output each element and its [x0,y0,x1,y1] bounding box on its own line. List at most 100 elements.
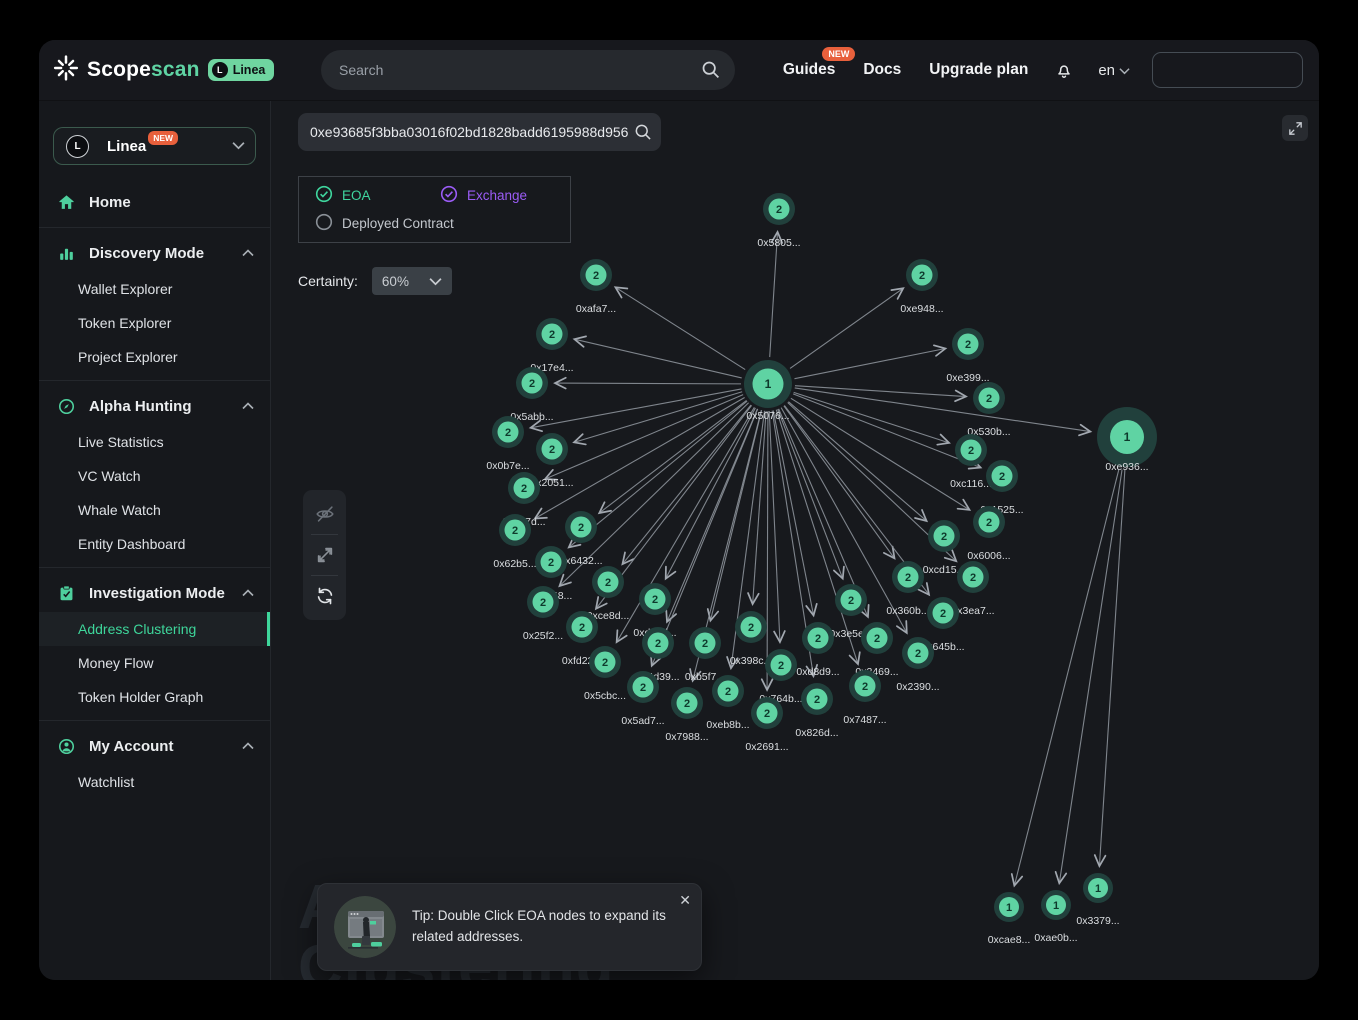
tip-illustration [334,896,396,958]
node-value: 1 [1095,883,1101,895]
graph-node-0x3379[interactable]: 10x3379... [1076,873,1119,927]
sidebar-item-label: Live Statistics [78,434,164,450]
sidebar-item-project-explorer[interactable]: Project Explorer [39,340,270,374]
graph-edge [795,386,966,397]
nav-upgrade-plan[interactable]: Upgrade plan [929,61,1028,79]
network-selector[interactable]: L Linea NEW [53,127,256,165]
node-value: 2 [684,698,690,710]
wallet-button[interactable] [1152,52,1303,88]
legend: EOAExchange Deployed Contract [298,176,571,243]
address-search[interactable] [298,113,661,151]
node-address-label: 0x25f2... [523,630,563,642]
graph-node-0xafa7[interactable]: 20xafa7... [576,259,616,315]
app-window: Scopescan L Linea GuidesNEWDocsUpgrade p… [39,40,1319,980]
graph-node-0x5805[interactable]: 20x5805... [757,193,800,249]
node-address-label: 0x5076... [746,410,789,422]
node-value: 2 [986,393,992,405]
node-address-label: 0xafa7... [576,303,616,315]
notifications-bell-icon[interactable] [1054,60,1074,81]
certainty-select[interactable]: 60% [372,267,452,295]
sidebar-item-vc-watch[interactable]: VC Watch [39,459,270,493]
sidebar-item-watchlist[interactable]: Watchlist [39,765,270,799]
node-address-label: 0x2390... [896,681,939,693]
graph-edge [555,383,741,384]
sidebar-item-token-holder-graph[interactable]: Token Holder Graph [39,680,270,714]
chevron-down-icon [1119,62,1130,79]
sidebar-item-label: Entity Dashboard [78,536,185,552]
graph-edge [794,349,945,379]
sidebar-item-live-statistics[interactable]: Live Statistics [39,425,270,459]
legend-item-deployed-contract[interactable]: Deployed Contract [315,213,570,234]
node-address-label: 0xc116... [950,478,992,490]
graph-node-0xcae8[interactable]: 10xcae8... [988,892,1031,946]
legend-item-eoa[interactable]: EOA [315,185,440,206]
graph-node-0xe948[interactable]: 20xe948... [900,259,943,315]
nav-label: Guides [783,61,836,78]
node-address-label: 0x0b7e... [486,460,529,472]
node-value: 2 [814,694,820,706]
sidebar-item-home[interactable]: Home [39,183,270,221]
graph-node-0xe399[interactable]: 20xe399... [946,328,989,384]
graph-edge [795,388,1091,432]
node-value: 2 [940,608,946,620]
graph-node-0x398c[interactable]: 20x398c... [730,611,773,667]
chevron-up-icon [242,737,254,755]
graph-node-0xe936[interactable]: 10xe936... [1097,407,1157,473]
graph-node-0x17e4[interactable]: 20x17e4... [530,318,573,374]
graph-edge [1014,469,1119,886]
node-value: 2 [862,681,868,693]
brand-name: Scopescan [87,58,200,82]
chevron-down-icon [429,274,442,289]
node-address-label: 0x7988... [665,731,708,743]
graph-node-0xb5f7[interactable]: 20xb5f7... [685,627,725,683]
sidebar-item-alpha-hunting[interactable]: Alpha Hunting [39,387,270,425]
graph-nodes: 10x5076...10xe936...20x5805...20xafa7...… [486,193,1157,946]
node-value: 2 [748,622,754,634]
graph-node-0x530b[interactable]: 20x530b... [967,382,1010,438]
hide-labels-button[interactable] [303,494,346,534]
sidebar-item-address-clustering[interactable]: Address Clustering [39,612,270,646]
nav-docs[interactable]: Docs [863,61,901,79]
linea-logo-icon: L [66,135,89,158]
fullscreen-button[interactable] [1282,115,1308,141]
graph-node-0x7487[interactable]: 20x7487... [843,670,886,726]
graph-node-0xcd15[interactable]: 20xcd15... [923,520,966,576]
graph-node-0xae0b[interactable]: 10xae0b... [1034,890,1077,944]
refresh-button[interactable] [303,576,346,616]
legend-item-exchange[interactable]: Exchange [440,185,570,206]
node-value: 2 [540,597,546,609]
sidebar-item-investigation-mode[interactable]: Investigation Mode [39,574,270,612]
graph-node-0x826d[interactable]: 20x826d... [795,683,838,739]
sidebar-item-discovery-mode[interactable]: Discovery Mode [39,234,270,272]
sidebar-item-entity-dashboard[interactable]: Entity Dashboard [39,527,270,561]
global-search-input[interactable] [321,50,735,90]
graph-edge [1099,470,1124,866]
global-search[interactable] [321,50,735,90]
sidebar: L Linea NEW Home Discovery ModeWallet Exp… [39,100,271,980]
node-address-label: 0xcae8... [988,934,1031,946]
sidebar-item-whale-watch[interactable]: Whale Watch [39,493,270,527]
graph-node-0xc116[interactable]: 20xc116... [950,434,992,490]
divider [39,380,270,381]
graph-node-0xeb8b[interactable]: 20xeb8b... [706,675,749,731]
search-icon [633,122,653,147]
language-selector[interactable]: en [1098,62,1130,79]
sidebar-item-my-account[interactable]: My Account [39,727,270,765]
node-address-label: 0x62b5... [493,558,536,570]
clipboard-icon [57,584,77,603]
graph-node-0x2691[interactable]: 20x2691... [745,697,788,753]
graph-node-0x0b7e[interactable]: 20x0b7e... [486,416,529,472]
graph-node-0x5076[interactable]: 10x5076... [744,360,792,422]
sidebar-item-wallet-explorer[interactable]: Wallet Explorer [39,272,270,306]
fit-view-button[interactable] [303,535,346,575]
graph-canvas[interactable]: Address Clustering 10x5076...10xe936...2… [270,100,1319,980]
node-value: 2 [776,204,782,216]
node-value: 2 [764,708,770,720]
sidebar-item-money-flow[interactable]: Money Flow [39,646,270,680]
graph-node-0x5abb[interactable]: 20x5abb... [510,367,553,423]
address-input[interactable] [298,113,661,151]
close-icon[interactable]: ✕ [679,892,691,909]
sidebar-item-token-explorer[interactable]: Token Explorer [39,306,270,340]
nav-guides[interactable]: GuidesNEW [783,61,836,79]
graph-node-0x7988[interactable]: 2 0x7988... [665,687,708,743]
